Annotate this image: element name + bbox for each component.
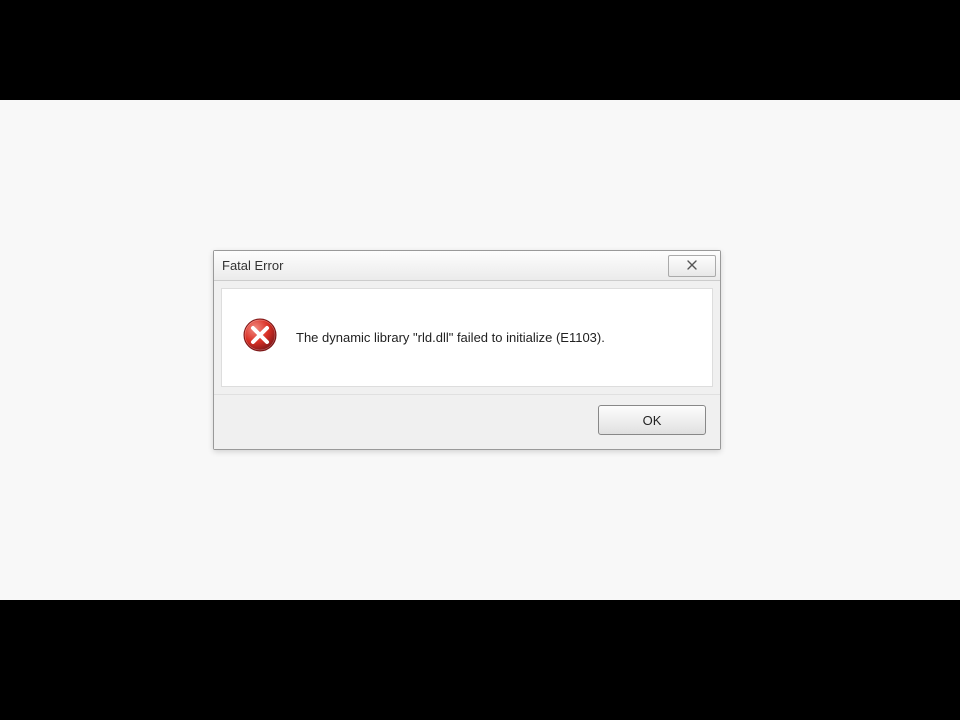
error-message: The dynamic library "rld.dll" failed to … (296, 330, 605, 345)
ok-button[interactable]: OK (598, 405, 706, 435)
close-button[interactable] (668, 255, 716, 277)
dialog-titlebar[interactable]: Fatal Error (214, 251, 720, 281)
dialog-content: The dynamic library "rld.dll" failed to … (221, 288, 713, 387)
error-dialog: Fatal Error (213, 250, 721, 450)
close-icon (686, 259, 698, 273)
dialog-button-row: OK (214, 394, 720, 449)
error-icon (242, 317, 278, 358)
dialog-content-wrap: The dynamic library "rld.dll" failed to … (214, 281, 720, 394)
dialog-title: Fatal Error (222, 258, 283, 273)
ok-button-label: OK (643, 413, 662, 428)
